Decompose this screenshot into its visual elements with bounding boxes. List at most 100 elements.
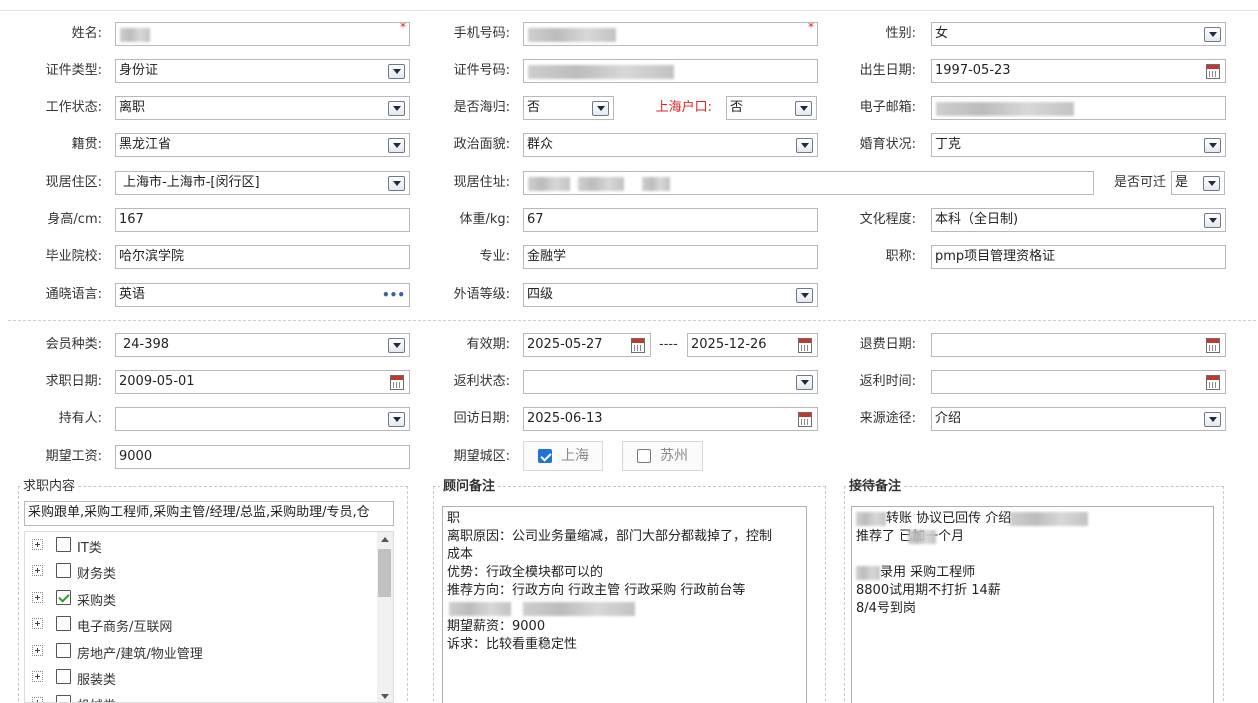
chevron-down-icon[interactable] <box>1204 138 1221 153</box>
checkbox-icon[interactable] <box>56 563 71 578</box>
holder-label: 持有人: <box>58 411 102 426</box>
source-select[interactable]: 介绍 <box>931 407 1226 431</box>
note-line: 推荐了 已加一个月 <box>856 528 1209 546</box>
id-number-input[interactable] <box>523 59 818 83</box>
chevron-down-icon[interactable] <box>388 138 405 153</box>
name-input[interactable]: * <box>115 22 410 46</box>
expand-icon[interactable] <box>32 592 43 603</box>
holder-select[interactable] <box>115 407 410 431</box>
advisor-notes-textarea[interactable]: 职 离职原因：公司业务量缩减，部门大部分都裁掉了，控制 成本 优势：行政全模块都… <box>442 506 807 703</box>
more-icon[interactable]: ••• <box>382 288 405 302</box>
scrollbar-thumb[interactable] <box>378 549 391 597</box>
chevron-down-icon[interactable] <box>795 101 812 116</box>
chevron-down-icon[interactable] <box>1204 27 1221 42</box>
major-input[interactable]: 金融学 <box>523 245 818 269</box>
validity-end-input[interactable]: 2025-12-26 <box>687 333 818 357</box>
tree-item-it[interactable]: IT类 <box>25 532 375 558</box>
expand-icon[interactable] <box>32 671 43 682</box>
chevron-down-icon[interactable] <box>388 101 405 116</box>
weight-input[interactable]: 67 <box>523 208 818 232</box>
checkbox-checked-icon[interactable] <box>56 590 71 605</box>
calendar-icon[interactable] <box>798 412 812 427</box>
marital-select[interactable]: 丁克 <box>931 133 1226 157</box>
expand-icon[interactable] <box>32 539 43 550</box>
checkbox-icon[interactable] <box>637 449 651 463</box>
title-input[interactable]: pmp项目管理资格证 <box>931 245 1226 269</box>
chevron-down-icon[interactable] <box>1203 176 1220 191</box>
residence-area-label: 现居住区: <box>45 175 102 190</box>
native-place-select[interactable]: 黑龙江省 <box>115 133 410 157</box>
redacted-address <box>642 177 670 191</box>
chevron-down-icon[interactable] <box>388 338 405 353</box>
city-option-shanghai[interactable]: 上海 <box>523 441 603 471</box>
name-label: 姓名: <box>71 26 102 41</box>
address-input[interactable] <box>523 171 1094 195</box>
checkbox-checked-icon[interactable] <box>538 449 552 463</box>
gender-select[interactable]: 女 <box>931 22 1226 46</box>
job-date-label: 求职日期: <box>45 374 102 389</box>
validity-start-input[interactable]: 2025-05-27 <box>523 333 651 357</box>
chevron-down-icon[interactable] <box>796 138 813 153</box>
school-input[interactable]: 哈尔滨学院 <box>115 245 410 269</box>
chevron-down-icon[interactable] <box>796 288 813 303</box>
email-input[interactable] <box>931 96 1226 120</box>
scroll-up-icon[interactable] <box>381 537 389 542</box>
overseas-select[interactable]: 否 <box>523 96 614 120</box>
tree-item-apparel[interactable]: 服装类 <box>25 664 375 690</box>
height-input[interactable]: 167 <box>115 208 410 232</box>
expected-salary-input[interactable]: 9000 <box>115 445 410 469</box>
tree-item-machinery[interactable]: 机械类 <box>25 690 375 702</box>
reception-notes-title: 接待备注 <box>846 479 905 495</box>
checkbox-icon[interactable] <box>56 616 71 631</box>
chevron-down-icon[interactable] <box>592 101 609 116</box>
residence-area-select[interactable]: 上海市-上海市-[闵行区] <box>115 171 410 195</box>
visit-date-input[interactable]: 2025-06-13 <box>523 407 818 431</box>
political-select[interactable]: 群众 <box>523 133 818 157</box>
checkbox-icon[interactable] <box>56 643 71 658</box>
calendar-icon[interactable] <box>1206 338 1220 353</box>
calendar-icon[interactable] <box>1206 375 1220 390</box>
tree-item-real-estate[interactable]: 房地产/建筑/物业管理 <box>25 638 375 664</box>
city-option-suzhou[interactable]: 苏州 <box>622 441 703 471</box>
sh-hukou-select[interactable]: 否 <box>726 96 817 120</box>
chevron-down-icon[interactable] <box>1204 412 1221 427</box>
rebate-status-select[interactable] <box>523 370 818 394</box>
checkbox-icon[interactable] <box>56 669 71 684</box>
expand-icon[interactable] <box>32 697 43 702</box>
checkbox-icon[interactable] <box>56 537 71 552</box>
tree-item-finance[interactable]: 财务类 <box>25 558 375 584</box>
scroll-down-icon[interactable] <box>381 694 389 699</box>
birth-date-input[interactable]: 1997-05-23 <box>931 59 1226 83</box>
weight-value: 67 <box>527 212 544 227</box>
phone-input[interactable]: * <box>523 22 818 46</box>
calendar-icon[interactable] <box>798 338 812 353</box>
expand-icon[interactable] <box>32 645 43 656</box>
chevron-down-icon[interactable] <box>388 176 405 191</box>
job-date-input[interactable]: 2009-05-01 <box>115 370 410 394</box>
chevron-down-icon[interactable] <box>388 64 405 79</box>
id-type-select[interactable]: 身份证 <box>115 59 410 83</box>
chevron-down-icon[interactable] <box>1204 213 1221 228</box>
marital-label: 婚育状况: <box>859 137 916 152</box>
member-type-select[interactable]: 24-398 <box>115 333 410 357</box>
reception-notes-textarea[interactable]: 转账 协议已回传 介绍 推荐了 已加一个月 录用 采购工程师 8800试用期不打… <box>851 506 1214 703</box>
rebate-time-input[interactable] <box>931 370 1226 394</box>
chevron-down-icon[interactable] <box>388 412 405 427</box>
checkbox-icon[interactable] <box>56 695 71 702</box>
tree-item-ecommerce[interactable]: 电子商务/互联网 <box>25 611 375 637</box>
validity-label: 有效期: <box>466 337 510 352</box>
calendar-icon[interactable] <box>390 375 404 390</box>
calendar-icon[interactable] <box>631 338 645 353</box>
expand-icon[interactable] <box>32 618 43 629</box>
refund-date-input[interactable] <box>931 333 1226 357</box>
relocate-select[interactable]: 是 <box>1171 171 1225 195</box>
education-select[interactable]: 本科（全日制) <box>931 208 1226 232</box>
languages-input[interactable]: 英语 ••• <box>115 283 410 307</box>
tree-item-purchasing[interactable]: 采购类 <box>25 585 375 611</box>
foreign-level-select[interactable]: 四级 <box>523 283 818 307</box>
calendar-icon[interactable] <box>1206 64 1220 79</box>
job-summary-input[interactable]: 采购跟单,采购工程师,采购主管/经理/总监,采购助理/专员,仓 <box>24 501 394 526</box>
work-status-select[interactable]: 离职 <box>115 96 410 120</box>
expand-icon[interactable] <box>32 565 43 576</box>
chevron-down-icon[interactable] <box>796 375 813 390</box>
